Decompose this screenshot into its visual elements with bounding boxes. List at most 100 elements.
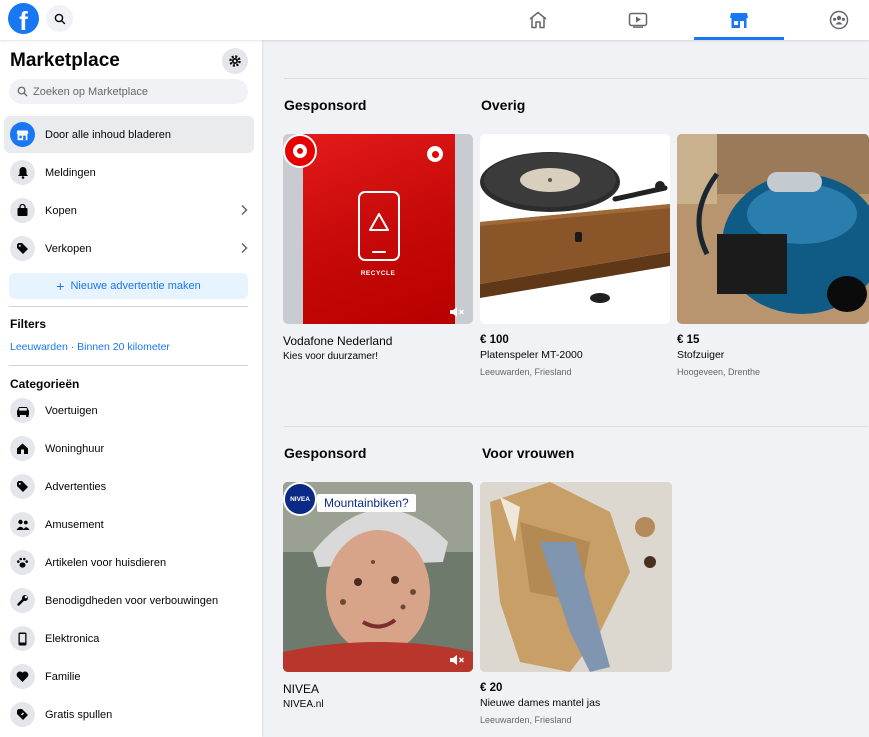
category-label: Advertenties [45,480,107,493]
plus-icon: + [56,278,65,294]
divider [284,78,868,79]
create-new-listing-label: Nieuwe advertentie maken [70,280,201,292]
video-icon [628,12,648,28]
category-label: Artikelen voor huisdieren [45,556,167,569]
home-tab[interactable] [493,0,583,40]
facebook-logo-icon[interactable]: f [8,3,39,34]
ad-speech-bubble: Mountainbiken? [317,494,416,512]
location-filter-link[interactable]: Leeuwarden · Binnen 20 kilometer [10,341,170,353]
category-item-vehicles[interactable]: Voertuigen [4,392,254,429]
gear-icon [229,55,241,67]
sidebar-item-buying[interactable]: Kopen [4,192,254,229]
groups-tab[interactable] [794,0,869,40]
ad-image-caption: RECYCLE [360,270,396,277]
divider [284,426,868,427]
marketplace-search-field[interactable] [9,79,248,104]
turntable-illustration [480,134,670,324]
sidebar-item-browse-all[interactable]: Door alle inhoud bladeren [4,116,254,153]
marketplace-tab[interactable] [694,0,784,40]
house-icon [10,436,35,461]
page-title: Marketplace [10,50,120,71]
listing-price: € 15 [677,334,700,346]
divider [9,306,248,307]
sponsored-ad-card-vodafone[interactable]: RECYCLE Vodafone Nederland Kies voor duu… [283,134,473,362]
category-label: Woninghuur [45,442,105,455]
ad-image: RECYCLE [283,134,473,324]
filters-heading: Filters [10,317,47,331]
chevron-right-icon [241,204,248,216]
category-label: Voertuigen [45,404,98,417]
create-new-listing-button[interactable]: + Nieuwe advertentie maken [9,273,248,299]
home-icon [529,11,547,29]
section-heading-other: Overig [481,97,526,113]
section-heading-women: Voor vrouwen [482,445,575,461]
nivea-brand-badge-icon: NIVEA [283,482,317,516]
listing-location: Leeuwarden, Friesland [480,367,572,377]
ad-advertiser-name: Vodafone Nederland [283,334,393,348]
listing-title: Stofzuiger [677,349,725,361]
listing-card-coat[interactable]: € 20 Nieuwe dames mantel jas Leeuwarden,… [480,482,672,725]
sidebar-item-label: Kopen [45,204,77,217]
paw-icon [10,550,35,575]
recycle-phone-icon [358,191,400,261]
people-icon [10,512,35,537]
category-label: Gratis spullen [45,708,113,721]
listing-image-turntable [480,134,670,324]
listing-price: € 100 [480,334,509,346]
wrench-icon [10,588,35,613]
listing-location: Leeuwarden, Friesland [480,715,572,725]
category-label: Benodigdheden voor verbouwingen [45,594,219,607]
sidebar-item-label: Meldingen [45,166,96,179]
gift-tag-icon [10,702,35,727]
vodafone-brand-badge-icon [283,134,317,168]
listing-card-turntable[interactable]: € 100 Platenspeler MT-2000 Leeuwarden, F… [480,134,670,377]
sidebar-item-selling[interactable]: Verkopen [4,230,254,267]
groups-icon [829,10,849,30]
mute-icon[interactable] [449,306,465,318]
sponsored-heading: Gesponsord [284,445,367,461]
listing-title: Platenspeler MT-2000 [480,349,583,361]
top-navigation-bar: f [0,0,869,40]
category-item-home-improvement[interactable]: Benodigdheden voor verbouwingen [4,582,254,619]
category-item-entertainment[interactable]: Amusement [4,506,254,543]
category-item-family[interactable]: Familie [4,658,254,695]
categories-heading: Categorieën [10,377,80,391]
sidebar-item-label: Door alle inhoud bladeren [45,128,171,141]
sidebar-item-notifications[interactable]: Meldingen [4,154,254,191]
category-label: Amusement [45,518,104,531]
ad-tagline: Kies voor duurzamer! [283,351,379,362]
sponsored-ad-card-nivea[interactable]: Mountainbiken? NIVEA NIVEA NIVEA.nl [283,482,473,710]
listing-price: € 20 [480,682,503,694]
divider [9,365,248,366]
category-item-rentals[interactable]: Woninghuur [4,430,254,467]
heart-icon [10,664,35,689]
listing-location: Hoogeveen, Drenthe [677,367,761,377]
sponsored-heading: Gesponsord [284,97,367,113]
vodafone-logo-icon [427,146,443,162]
category-label: Elektronica [45,632,100,645]
marketplace-store-icon [10,122,35,147]
category-item-classifieds[interactable]: Advertenties [4,468,254,505]
listing-image-coat [480,482,672,672]
shopping-bag-icon [10,198,35,223]
chevron-right-icon [241,242,248,254]
mute-icon[interactable] [449,654,465,666]
category-item-free-stuff[interactable]: Gratis spullen [4,696,254,733]
ad-image: Mountainbiken? NIVEA [283,482,473,672]
category-label: Familie [45,670,81,683]
nivea-badge-text: NIVEA [290,495,310,503]
listing-image-vacuum [677,134,869,324]
settings-gear-button[interactable] [222,48,248,74]
watch-tab[interactable] [593,0,683,40]
marketplace-search-input[interactable] [33,85,233,98]
search-icon[interactable] [46,5,73,32]
coat-illustration [480,482,672,672]
vacuum-illustration [677,134,869,324]
category-item-electronics[interactable]: Elektronica [4,620,254,657]
listing-card-vacuum[interactable]: € 15 Stofzuiger Hoogeveen, Drenthe [677,134,869,377]
sidebar-item-label: Verkopen [45,242,92,255]
marketplace-sidebar: Marketplace Door alle inhoud bladeren Me… [0,40,262,737]
ad-tagline: NIVEA.nl [283,699,324,710]
price-tag-icon [10,236,35,261]
category-item-pet-supplies[interactable]: Artikelen voor huisdieren [4,544,254,581]
